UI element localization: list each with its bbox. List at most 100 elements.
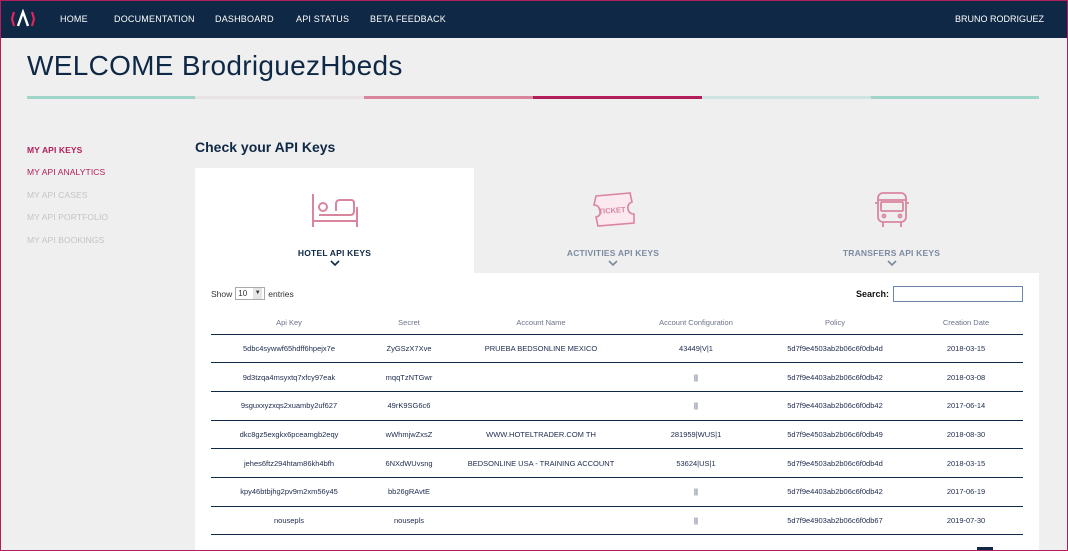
tab-activities-api-keys[interactable]: TICKET ACTIVITIES API KEYS [474, 168, 752, 273]
table-row[interactable]: 9sguxxyzxqs2xuamby2uf627 49rK9SG6c6 || 5… [211, 391, 1023, 421]
entries-label: entries [268, 288, 294, 299]
cell-secret: bb26gRAvtE [367, 477, 451, 507]
cell-creation-date: 2018-03-15 [909, 448, 1023, 478]
cell-policy: 5d7f9e4403ab2b06c6f0db42 [761, 477, 909, 507]
table-row[interactable]: kpy46btbjhg2pv9m2xm56y45 bb26gRAvtE || 5… [211, 477, 1023, 507]
chevron-down-icon: ▼ [253, 288, 263, 299]
cell-api-key: nousepls [211, 506, 367, 536]
cell-account-name: PRUEBA BEDSONLINE MEXICO [451, 334, 631, 364]
column-header-account-configuration[interactable]: Account Configuration [631, 311, 761, 335]
cell-api-key: 9d3tzqa4msyxtq7xfcy97eak [211, 362, 367, 392]
column-header-creation-date[interactable]: Creation Date [909, 311, 1023, 335]
cell-api-key: 5dbc4sywwf65hdff6hpejx7e [211, 334, 367, 364]
tab-hotel-api-keys[interactable]: HOTEL API KEYS [195, 168, 474, 273]
cell-account-name: BEDSONLINE USA - TRAINING ACCOUNT [451, 448, 631, 478]
nav-api-status[interactable]: API STATUS [296, 14, 349, 24]
divider-segment-crimson [533, 96, 702, 99]
nav-dashboard[interactable]: DASHBOARD [215, 14, 274, 24]
divider-segment-teal [27, 96, 195, 99]
cell-creation-date: 2017-06-14 [909, 391, 1023, 421]
chevron-down-icon [886, 260, 897, 267]
chevron-down-icon [329, 260, 340, 267]
cell-account-configuration: || [631, 477, 761, 507]
cell-creation-date: 2018-03-08 [909, 362, 1023, 392]
cell-account-configuration: 281959|WUS|1 [631, 420, 761, 450]
cell-api-key: 9sguxxyzxqs2xuamby2uf627 [211, 391, 367, 421]
cell-secret: 49rK9SG6c6 [367, 391, 451, 421]
sidebar-item-api-analytics[interactable]: MY API ANALYTICS [27, 167, 105, 177]
sidebar-item-api-keys[interactable]: MY API KEYS [27, 145, 82, 155]
tab-hotel-label: HOTEL API KEYS [297, 248, 372, 258]
cell-policy: 5d7f9e4903ab2b06c6f0db67 [761, 506, 909, 536]
column-header-api-key[interactable]: Api Key [211, 311, 367, 335]
divider-segment-pale [702, 96, 871, 99]
cell-secret: wWhmjwZxsZ [367, 420, 451, 450]
cell-api-key: jehes6ftz294htam86kh4bfh [211, 448, 367, 478]
user-menu[interactable]: BRUNO RODRIGUEZ [955, 14, 1044, 24]
cell-creation-date: 2017-06-19 [909, 477, 1023, 507]
cell-secret: mqqTzNTGwr [367, 362, 451, 392]
divider-segment-light [195, 96, 364, 99]
divider-segment-pink [364, 96, 533, 99]
cell-account-name [451, 477, 631, 507]
cell-account-configuration: 53624|US|1 [631, 448, 761, 478]
cell-policy: 5d7f9e4403ab2b06c6f0db42 [761, 391, 909, 421]
divider-segment-teal-2 [871, 96, 1039, 99]
show-label: Show [211, 288, 233, 299]
cell-policy: 5d7f9e4503ab2b06c6f0db4d [761, 334, 909, 364]
sidebar-item-api-bookings: MY API BOOKINGS [27, 235, 105, 245]
cell-account-name: WWW.HOTELTRADER.COM TH [451, 420, 631, 450]
api-keys-table: Api Key Secret Account Name Account Conf… [211, 311, 1023, 536]
top-navbar: HOME DOCUMENTATION DASHBOARD API STATUS … [1, 1, 1067, 38]
cell-creation-date: 2018-08-30 [909, 420, 1023, 450]
page-length-select[interactable]: 10 ▼ [235, 287, 266, 300]
sidebar-item-api-portfolio: MY API PORTFOLIO [27, 212, 109, 222]
search-input[interactable] [893, 286, 1023, 302]
nav-beta-feedback[interactable]: BETA FEEDBACK [370, 14, 446, 24]
table-row[interactable]: 5dbc4sywwf65hdff6hpejx7e ZyGSzX7Xve PRUE… [211, 334, 1023, 364]
cell-policy: 5d7f9e4503ab2b06c6f0db49 [761, 420, 909, 450]
ticket-text: TICKET [598, 205, 626, 216]
table-search: Search: [856, 286, 1023, 302]
table-row[interactable]: dkc8gz5exgkx6pceamgb2eqy wWhmjwZxsZ WWW.… [211, 420, 1023, 450]
page-title: WELCOME BrodriguezHbeds [27, 50, 403, 81]
page-length-control: Show 10 ▼ entries [211, 287, 294, 300]
api-keys-panel: Show 10 ▼ entries Search: Api Key Secret… [195, 273, 1039, 551]
table-row[interactable]: jehes6ftz294htam86kh4bfh 6NXdWUvsng BEDS… [211, 448, 1023, 478]
bus-icon [874, 192, 909, 227]
search-label: Search: [855, 289, 889, 299]
cell-account-configuration: || [631, 391, 761, 421]
ticket-icon: TICKET [593, 192, 635, 227]
brand-logo-icon[interactable] [11, 9, 35, 29]
cell-account-name [451, 391, 631, 421]
cell-api-key: dkc8gz5exgkx6pceamgb2eqy [211, 420, 367, 450]
column-header-account-name[interactable]: Account Name [451, 311, 631, 335]
page-length-value: 10 [238, 289, 248, 298]
cell-policy: 5d7f9e4403ab2b06c6f0db42 [761, 362, 909, 392]
cell-account-configuration: || [631, 362, 761, 392]
table-row[interactable]: 9d3tzqa4msyxtq7xfcy97eak mqqTzNTGwr || 5… [211, 362, 1023, 392]
cell-account-name [451, 362, 631, 392]
table-header-row: Api Key Secret Account Name Account Conf… [211, 311, 1023, 335]
section-title: Check your API Keys [195, 139, 336, 155]
bed-icon [311, 194, 358, 227]
cell-secret: ZyGSzX7Xve [367, 334, 451, 364]
cell-creation-date: 2019-07-30 [909, 506, 1023, 536]
nav-home[interactable]: HOME [60, 14, 88, 24]
cell-policy: 5d7f9e4503ab2b06c6f0db4d [761, 448, 909, 478]
table-row[interactable]: nousepls nousepls || 5d7f9e4903ab2b06c6f… [211, 506, 1023, 536]
tab-activities-label: ACTIVITIES API KEYS [566, 248, 660, 258]
cell-secret: nousepls [367, 506, 451, 536]
cell-api-key: kpy46btbjhg2pv9m2xm56y45 [211, 477, 367, 507]
cell-account-configuration: || [631, 506, 761, 536]
cell-secret: 6NXdWUvsng [367, 448, 451, 478]
nav-documentation[interactable]: DOCUMENTATION [114, 14, 195, 24]
tab-transfers-api-keys[interactable]: TRANSFERS API KEYS [752, 168, 1031, 273]
cell-account-configuration: 43449|V|1 [631, 334, 761, 364]
tab-transfers-label: TRANSFERS API KEYS [842, 248, 941, 258]
cell-creation-date: 2018-03-15 [909, 334, 1023, 364]
column-header-policy[interactable]: Policy [761, 311, 909, 335]
cell-account-name [451, 506, 631, 536]
pagination-button[interactable] [977, 547, 993, 551]
column-header-secret[interactable]: Secret [367, 311, 451, 335]
